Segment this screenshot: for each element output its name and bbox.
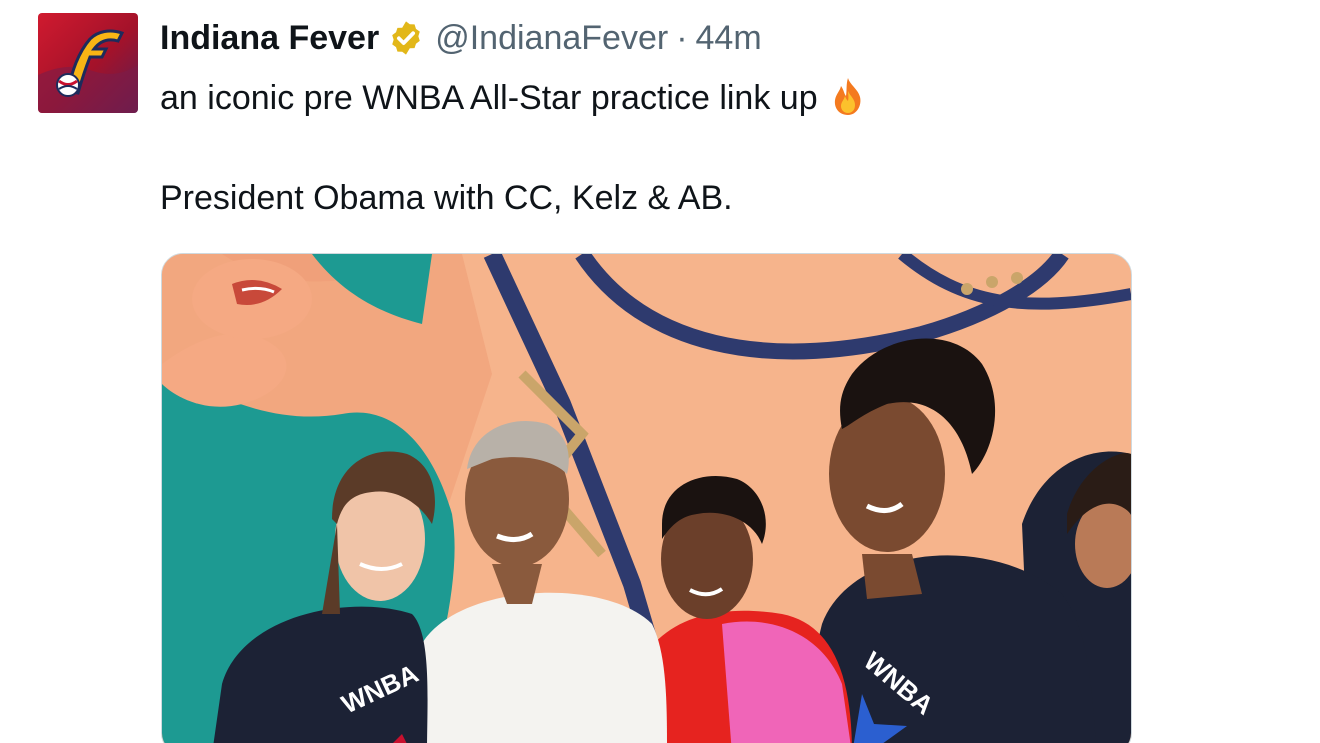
separator-dot: · xyxy=(676,18,688,57)
indiana-fever-logo-icon xyxy=(38,13,138,113)
author-display-name[interactable]: Indiana Fever xyxy=(160,19,379,58)
tweet-text-line: an iconic pre WNBA All-Star practice lin… xyxy=(160,74,1160,122)
fire-icon xyxy=(826,75,870,119)
tweet-timestamp[interactable]: 44m xyxy=(696,19,762,58)
photo-illustration: WNBA WNBA xyxy=(162,254,1131,743)
tweet-text-line1: an iconic pre WNBA All-Star practice lin… xyxy=(160,79,818,117)
tweet-photo[interactable]: WNBA WNBA xyxy=(161,253,1132,743)
author-handle[interactable]: @IndianaFever xyxy=(435,19,668,58)
tweet-header: Indiana Fever @IndianaFever · 44m xyxy=(160,14,762,62)
tweet-text-line2: President Obama with CC, Kelz & AB. xyxy=(160,179,733,217)
tweet-text: an iconic pre WNBA All-Star practice lin… xyxy=(160,74,1160,222)
verified-badge-icon[interactable] xyxy=(387,19,425,57)
avatar[interactable] xyxy=(38,13,138,113)
tweet-card[interactable]: Indiana Fever @IndianaFever · 44m an ico… xyxy=(0,0,1320,743)
